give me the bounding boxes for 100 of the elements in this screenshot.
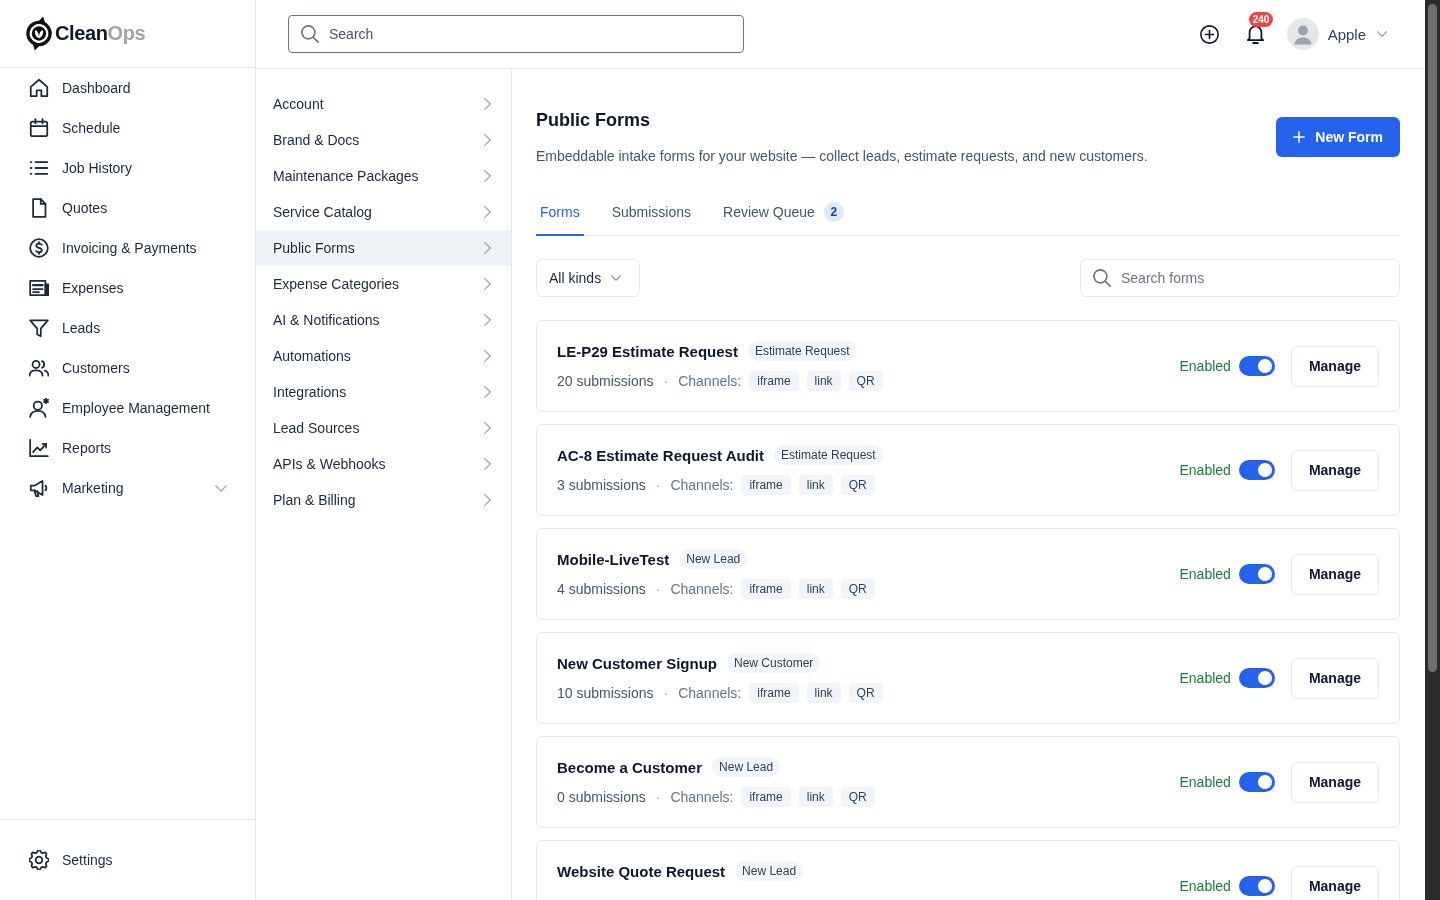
status-label: Enabled <box>1179 774 1231 790</box>
enabled-toggle[interactable] <box>1238 564 1275 584</box>
tab[interactable]: Review Queue 2 <box>719 190 848 236</box>
settings-menu-item[interactable]: Integrations <box>256 374 511 410</box>
search-forms-field[interactable]: Search forms <box>1080 259 1400 297</box>
add-circle-icon[interactable] <box>1199 24 1219 44</box>
tab[interactable]: Submissions <box>607 190 696 236</box>
channels-label: Channels: <box>678 373 742 389</box>
gear-icon <box>29 850 49 870</box>
manage-button[interactable]: Manage <box>1290 345 1379 387</box>
chevron-right-icon <box>484 98 491 110</box>
list-icon <box>29 158 49 178</box>
manage-button[interactable]: Manage <box>1290 553 1379 595</box>
chevron-right-icon <box>484 278 491 290</box>
channel-tag: QR <box>840 579 875 599</box>
channel-tag: QR <box>848 371 883 391</box>
channel-tag: iframe <box>749 683 799 703</box>
channel-tag: iframe <box>741 475 791 495</box>
nav-item[interactable]: Marketing <box>0 468 255 508</box>
user-star-icon <box>29 398 49 418</box>
caret-down-icon <box>1377 31 1387 37</box>
form-name: LE-P29 Estimate Request <box>557 342 738 360</box>
settings-menu-item[interactable]: Maintenance Packages <box>256 158 511 194</box>
manage-button[interactable]: Manage <box>1290 449 1379 491</box>
nav-item[interactable]: Expenses <box>0 268 255 308</box>
nav-item[interactable]: Quotes <box>0 188 255 228</box>
user-menu-button[interactable]: Apple <box>1286 18 1387 50</box>
submission-count: 10 submissions <box>557 685 654 701</box>
submission-count: 0 submissions <box>557 789 646 805</box>
home-icon <box>29 78 49 98</box>
avatar-icon <box>1286 18 1319 50</box>
kind-filter-dropdown[interactable]: All kinds <box>536 259 640 297</box>
settings-menu-item[interactable]: Lead Sources <box>256 410 511 446</box>
enabled-toggle[interactable] <box>1238 356 1275 376</box>
separator-dot: · <box>663 685 669 701</box>
settings-menu-item[interactable]: Expense Categories <box>256 266 511 302</box>
settings-menu-item[interactable]: APIs & Webhooks <box>256 446 511 482</box>
notification-badge: 240 <box>1248 11 1274 27</box>
settings-menu-item[interactable]: Public Forms <box>256 230 511 266</box>
chevron-right-icon <box>484 314 491 326</box>
settings-link[interactable]: Settings <box>0 840 255 880</box>
status-label: Enabled <box>1179 878 1231 894</box>
scrollbar-thumb[interactable] <box>1428 4 1437 672</box>
submission-count: 3 submissions <box>557 477 646 493</box>
chevron-right-icon <box>484 350 491 362</box>
nav-item[interactable]: Dashboard <box>0 68 255 108</box>
chevron-right-icon <box>484 242 491 254</box>
settings-menu-item[interactable]: Plan & Billing <box>256 482 511 518</box>
new-form-button[interactable]: New Form <box>1276 117 1400 157</box>
channels-label: Channels: <box>670 789 734 805</box>
enabled-toggle[interactable] <box>1238 460 1275 480</box>
manage-button[interactable]: Manage <box>1290 657 1379 699</box>
channels-label: Channels: <box>670 581 734 597</box>
form-name: Become a Customer <box>557 758 703 776</box>
separator-dot: · <box>655 477 661 493</box>
nav-item[interactable]: Job History <box>0 148 255 188</box>
form-name: Website Quote Request <box>557 862 726 880</box>
channel-tag: iframe <box>741 787 791 807</box>
channel-tag: QR <box>840 787 875 807</box>
nav-item[interactable]: Schedule <box>0 108 255 148</box>
form-type-tag: New Lead <box>679 549 748 569</box>
channel-tag: link <box>806 371 841 391</box>
chevron-right-icon <box>484 422 491 434</box>
settings-menu-item[interactable]: Automations <box>256 338 511 374</box>
calendar-icon <box>29 118 49 138</box>
channel-tag: link <box>798 579 833 599</box>
channel-tag: QR <box>840 475 875 495</box>
page-title: Public Forms <box>536 109 652 132</box>
line-chart-icon <box>29 438 49 458</box>
status-label: Enabled <box>1179 462 1231 478</box>
enabled-toggle[interactable] <box>1238 876 1275 896</box>
bell-icon[interactable] <box>1246 24 1264 44</box>
enabled-toggle[interactable] <box>1238 772 1275 792</box>
newspaper-icon <box>29 278 49 298</box>
status-label: Enabled <box>1179 670 1231 686</box>
manage-button[interactable]: Manage <box>1290 761 1379 803</box>
document-icon <box>29 198 49 218</box>
nav-item[interactable]: Reports <box>0 428 255 468</box>
channel-tag: link <box>806 683 841 703</box>
chevron-right-icon <box>484 206 491 218</box>
settings-menu-item[interactable]: Account <box>256 86 511 122</box>
nav-item[interactable]: Employee Management <box>0 388 255 428</box>
channel-tag: iframe <box>741 579 791 599</box>
manage-button[interactable]: Manage <box>1290 865 1379 900</box>
settings-menu-item[interactable]: AI & Notifications <box>256 302 511 338</box>
dollar-icon <box>29 238 49 258</box>
search-field[interactable]: Search <box>288 15 744 53</box>
separator-dot: · <box>655 581 661 597</box>
enabled-toggle[interactable] <box>1238 668 1275 688</box>
plus-icon <box>1293 131 1306 143</box>
settings-menu-item[interactable]: Service Catalog <box>256 194 511 230</box>
caret-down-icon <box>611 275 622 281</box>
nav-item[interactable]: Leads <box>0 308 255 348</box>
form-type-tag: Estimate Request <box>747 341 857 361</box>
nav-item[interactable]: Customers <box>0 348 255 388</box>
nav-item[interactable]: Invoicing & Payments <box>0 228 255 268</box>
settings-menu-item[interactable]: Brand & Docs <box>256 122 511 158</box>
chevron-right-icon <box>484 134 491 146</box>
separator-dot: · <box>663 373 669 389</box>
tab[interactable]: Forms <box>536 190 584 236</box>
